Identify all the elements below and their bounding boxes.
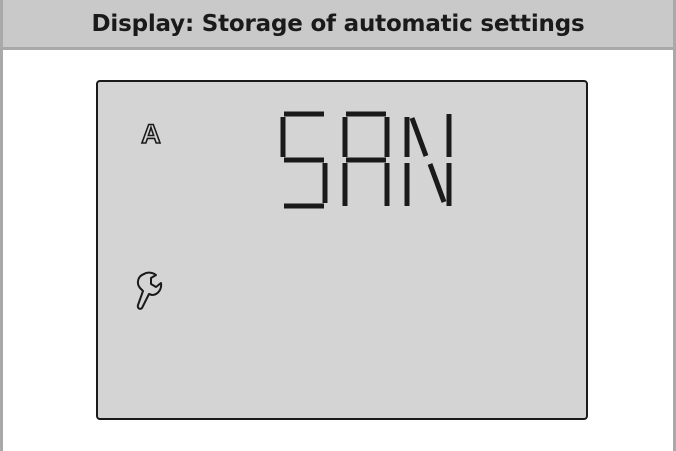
seven-segment-readout: SAN [278, 110, 458, 210]
segment-digit-s [280, 111, 328, 209]
wrench-icon [136, 271, 163, 310]
figure-title: Display: Storage of automatic settings [91, 10, 585, 37]
segment-digit-a [342, 111, 390, 206]
outlined-a-icon: A [140, 118, 161, 148]
figure-header: Display: Storage of automatic settings [3, 0, 673, 50]
mode-indicator-letter: A [141, 119, 161, 148]
figure-frame: Display: Storage of automatic settings A… [0, 0, 676, 451]
segment-digit-n [404, 114, 452, 206]
lcd-display: A SAN [96, 80, 588, 420]
